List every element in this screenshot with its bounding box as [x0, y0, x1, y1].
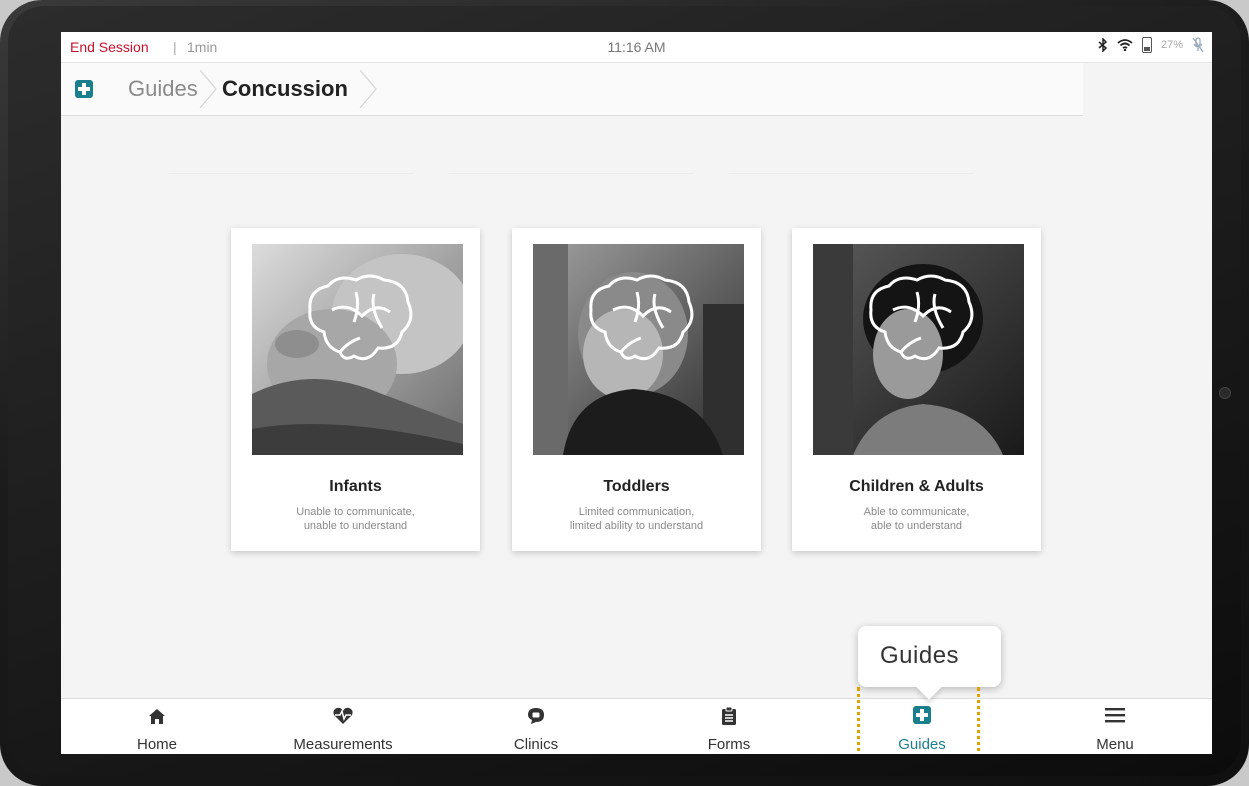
divider — [449, 173, 694, 174]
clipboard-icon — [722, 706, 736, 725]
bottom-nav: Home Measurements Clinics Forms Guides M… — [61, 698, 1212, 754]
tablet-frame: End Session | 1min 11:16 AM 27% Guides C… — [0, 0, 1249, 786]
breadcrumb: Guides Concussion — [61, 63, 1083, 116]
wifi-icon — [1117, 39, 1133, 51]
page-title: Concussion — [222, 76, 348, 101]
card-photo — [252, 244, 463, 455]
tooltip-text: Guides — [880, 642, 960, 669]
tutorial-highlight — [857, 687, 980, 754]
app-screen: End Session | 1min 11:16 AM 27% Guides C… — [61, 32, 1212, 754]
chevron-right-icon — [359, 70, 377, 108]
status-clock: 11:16 AM — [607, 39, 666, 55]
battery-icon — [1141, 37, 1152, 53]
nav-label: Forms — [707, 736, 751, 753]
brain-icon — [589, 274, 694, 361]
card-title: Children & Adults — [849, 478, 984, 495]
nav-item-forms[interactable]: Forms — [633, 699, 825, 754]
nav-label: Measurements — [293, 736, 393, 753]
nav-item-clinics[interactable]: Clinics — [440, 699, 632, 754]
card-description: Limited communication, limited ability t… — [512, 505, 761, 533]
camera-lens — [1219, 387, 1231, 399]
hamburger-icon — [1105, 708, 1125, 723]
breadcrumb-guides-link[interactable]: Guides — [128, 76, 198, 102]
guides-tooltip: Guides — [858, 626, 1001, 687]
guide-card-infants[interactable]: Infants Unable to communicate, unable to… — [231, 228, 480, 551]
card-title: Toddlers — [603, 478, 670, 495]
nav-label: Clinics — [513, 736, 559, 753]
battery-percent: 27% — [1160, 39, 1183, 51]
card-desc-line: limited ability to understand — [569, 520, 704, 532]
status-icons: 27% — [1098, 37, 1204, 53]
nav-item-menu[interactable]: Menu — [1019, 699, 1211, 754]
card-photo — [533, 244, 744, 455]
card-desc-line: Able to communicate, — [863, 506, 970, 518]
mic-off-icon — [1192, 37, 1204, 53]
brain-icon — [308, 274, 413, 361]
status-bar: End Session | 1min 11:16 AM 27% — [61, 32, 1212, 63]
card-desc-line: able to understand — [870, 520, 963, 532]
medical-cross-icon — [75, 80, 93, 98]
divider — [729, 173, 974, 174]
nav-label: Menu — [1096, 736, 1134, 753]
guide-card-children-adults[interactable]: Children & Adults Able to communicate, a… — [792, 228, 1041, 551]
chat-icon — [528, 708, 544, 724]
bluetooth-icon — [1098, 38, 1108, 52]
guide-card-toddlers[interactable]: Toddlers Limited communication, limited … — [512, 228, 761, 551]
nav-item-home[interactable]: Home — [61, 699, 253, 754]
card-description: Unable to communicate, unable to underst… — [231, 505, 480, 533]
card-desc-line: unable to understand — [303, 520, 408, 532]
card-title: Infants — [329, 478, 382, 495]
home-icon — [149, 709, 165, 724]
nav-item-measurements[interactable]: Measurements — [247, 699, 439, 754]
divider — [169, 173, 414, 174]
heart-pulse-icon — [333, 707, 353, 724]
card-photo — [813, 244, 1024, 455]
card-desc-line: Unable to communicate, — [296, 506, 415, 518]
nav-label: Home — [136, 736, 177, 753]
brain-icon — [869, 274, 974, 361]
card-desc-line: Limited communication, — [578, 506, 695, 518]
card-description: Able to communicate, able to understand — [792, 505, 1041, 533]
